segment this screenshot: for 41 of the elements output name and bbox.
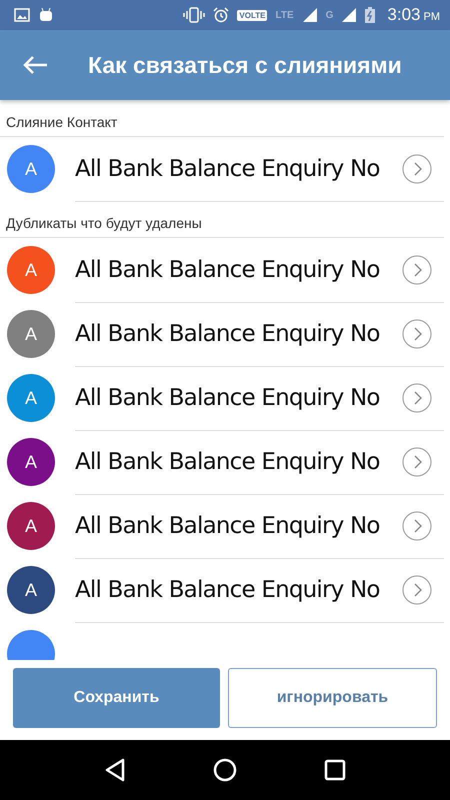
section-header: Дубликаты что будут удалены xyxy=(0,201,444,238)
signal-icon xyxy=(302,7,318,23)
contact-name[interactable]: All Bank Balance Enquiry No xyxy=(75,384,402,410)
contact-name[interactable]: All Bank Balance Enquiry No xyxy=(75,576,402,602)
chevron-icon[interactable] xyxy=(402,446,432,476)
alarm-icon xyxy=(213,7,230,23)
contact-name[interactable]: All Bank Balance Enquiry No xyxy=(75,320,402,346)
contact-avatar: A xyxy=(7,246,55,294)
section-header: Слияние Контакт xyxy=(0,100,444,137)
contact-avatar: A xyxy=(7,438,55,486)
chevron-icon[interactable] xyxy=(402,154,432,184)
home-nav-icon[interactable] xyxy=(212,758,237,782)
network-label: LTE xyxy=(275,10,294,20)
contact-name[interactable]: All Bank Balance Enquiry No xyxy=(75,512,402,538)
back-button[interactable] xyxy=(22,55,48,75)
contact-avatar: A xyxy=(7,566,55,614)
battery-icon xyxy=(365,7,376,23)
contact-name[interactable]: All Bank Balance Enquiry No xyxy=(75,156,402,182)
contact-avatar: A xyxy=(7,310,55,358)
save-button[interactable]: Сохранить xyxy=(13,668,220,728)
contact-name[interactable]: All Bank Balance Enquiry No xyxy=(75,448,402,474)
chevron-icon[interactable] xyxy=(402,254,432,284)
recents-nav-icon[interactable] xyxy=(324,759,346,781)
vibrate-icon xyxy=(183,7,206,23)
screen-title: Как связаться с слияниями xyxy=(88,52,402,78)
contact-avatar: A xyxy=(7,374,55,422)
contact-avatar: A xyxy=(7,502,55,550)
status-time: 3:03 PM xyxy=(387,5,440,25)
signal-icon xyxy=(341,7,358,23)
network-label: VOLTE xyxy=(237,10,268,20)
gallery-icon xyxy=(14,8,30,22)
chevron-icon[interactable] xyxy=(402,510,432,540)
ignore-button[interactable]: игнорировать xyxy=(228,668,437,728)
back-nav-icon[interactable] xyxy=(104,758,126,782)
contact-name[interactable]: All Bank Balance Enquiry No xyxy=(75,256,402,282)
chevron-icon[interactable] xyxy=(402,318,432,348)
android-icon xyxy=(38,8,54,22)
network-label: G xyxy=(326,10,334,20)
contact-avatar: A xyxy=(7,145,55,193)
chevron-icon[interactable] xyxy=(402,574,432,604)
chevron-icon[interactable] xyxy=(402,382,432,412)
